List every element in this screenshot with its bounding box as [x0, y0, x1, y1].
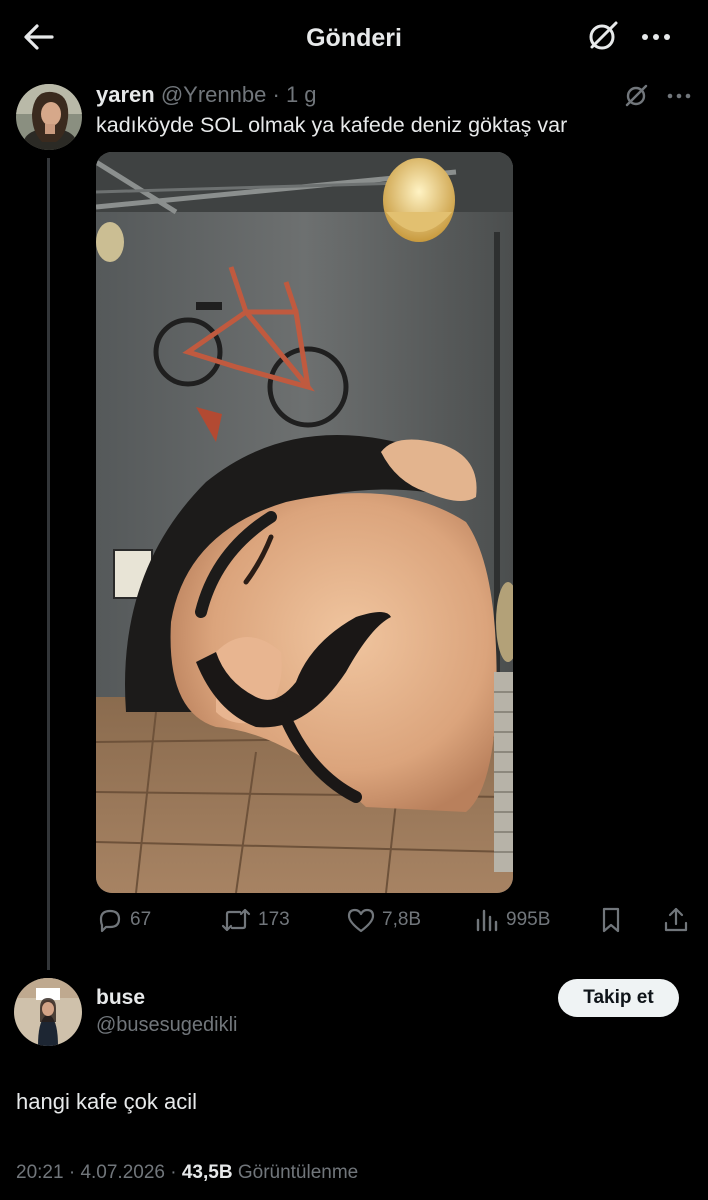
post-time[interactable]: 1 g	[286, 82, 317, 107]
post-text: kadıköyde SOL olmak ya kafede deniz gökt…	[96, 113, 568, 137]
post-meta: 20:21 · 4.07.2026 · 43,5B Görüntülenme	[16, 1162, 358, 1184]
views-label: Görüntülenme	[237, 1162, 359, 1183]
heart-icon	[347, 908, 375, 933]
separator: ·	[272, 82, 280, 107]
thread-line	[47, 158, 50, 970]
grok-icon	[589, 21, 618, 50]
post-date[interactable]: 4.07.2026	[80, 1162, 165, 1183]
reply-author-name[interactable]: buse	[96, 986, 145, 1010]
repost-icon	[221, 908, 251, 932]
like-count: 7,8B	[382, 909, 422, 930]
more-icon	[667, 93, 691, 99]
avatar[interactable]	[14, 978, 82, 1046]
separator: ·	[170, 1162, 177, 1183]
more-icon	[642, 34, 670, 40]
follow-button[interactable]: Takip et	[558, 979, 679, 1017]
more-options-button[interactable]	[636, 19, 676, 55]
reply-count: 67	[130, 909, 152, 930]
views-button[interactable]: 995B	[474, 904, 550, 936]
bookmark-icon	[602, 907, 620, 933]
avatar[interactable]	[16, 84, 82, 150]
post-more-button[interactable]	[664, 84, 694, 108]
grok-button[interactable]	[622, 82, 652, 110]
reply-author-handle[interactable]: @busesugedikli	[96, 1014, 238, 1037]
author-name[interactable]: yaren	[96, 82, 155, 107]
repost-button[interactable]: 173	[220, 904, 290, 936]
post-image[interactable]	[96, 152, 513, 893]
grok-button[interactable]	[584, 19, 620, 55]
post-header: yaren @Yrennbe · 1 g	[96, 82, 317, 108]
author-handle[interactable]: @Yrennbe	[161, 82, 267, 107]
grok-icon	[625, 84, 648, 107]
repost-count: 173	[258, 909, 290, 930]
bookmark-button[interactable]	[598, 904, 624, 936]
reply-icon	[99, 909, 121, 933]
views-count: 995B	[506, 909, 551, 930]
share-button[interactable]	[662, 904, 690, 936]
post-time[interactable]: 20:21	[16, 1162, 64, 1183]
like-button[interactable]: 7,8B	[346, 904, 421, 936]
separator: ·	[68, 1162, 76, 1183]
reply-button[interactable]: 67	[96, 904, 151, 936]
reply-text: hangi kafe çok acil	[16, 1089, 197, 1114]
views-icon	[476, 909, 498, 932]
share-icon	[664, 907, 688, 932]
views-total: 43,5B	[181, 1162, 233, 1183]
